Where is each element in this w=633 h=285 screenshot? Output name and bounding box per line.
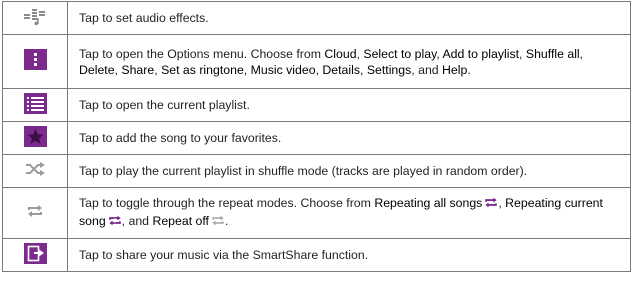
icon-description-table: Tap to set audio effects. Tap to open the… [2,1,631,272]
table-row: Tap to open the Options menu. Choose fro… [2,34,631,89]
options-menu-icon [23,49,47,74]
description-cell: Tap to play the current playlist in shuf… [67,154,631,188]
table-row: Tap to toggle through the repeat modes. … [2,187,631,239]
repeat-one-icon [108,214,122,231]
table-row: Tap to open the current playlist. [2,88,631,122]
option-name: Music video [250,62,316,77]
icon-cell [2,187,68,239]
description-text: , and [121,214,153,228]
description-text: Tap to open the Options menu. Choose fro… [79,46,325,61]
description-text: , [579,46,584,61]
favorite-star-icon [23,125,47,151]
table-row: Tap to set audio effects. [2,1,631,35]
option-name: Shuffle all [525,46,580,61]
option-name: Share [121,62,155,77]
description-text: Tap to add the song to your favorites. [79,131,282,145]
option-name: Cloud [324,46,357,61]
description-text: , [243,62,251,77]
icon-cell [2,154,68,188]
option-name: Details, Settings [322,62,412,77]
option-name: Delete [79,62,115,77]
description-cell: Tap to set audio effects. [67,1,631,35]
description-cell: Tap to share your music via the SmartSha… [67,238,631,272]
description-cell: Tap to add the song to your favorites. [67,121,631,155]
description-cell: Tap to open the current playlist. [67,88,631,122]
description-text: . [467,62,471,77]
repeat-off-icon [211,214,225,231]
description-text: . [224,214,229,228]
table-row: Tap to play the current playlist in shuf… [2,154,631,188]
option-name: Repeat off [152,214,209,228]
description-text: , and [411,62,443,77]
option-name: Add to playlist [442,46,520,61]
option-name: Repeating all songs [374,196,483,210]
description-cell: Tap to toggle through the repeat modes. … [67,187,631,239]
repeat-all-icon [484,196,498,213]
description-cell: Tap to open the Options menu. Choose fro… [67,34,631,89]
option-name: Select to play [363,46,437,61]
icon-cell [2,1,68,35]
description-text: , [519,46,526,61]
table-row: Tap to add the song to your favorites. [2,121,631,155]
shuffle-icon [25,162,45,180]
option-name: Help [442,62,468,77]
description-text: Tap to play the current playlist in shuf… [79,164,528,178]
table-row: Tap to share your music via the SmartSha… [2,238,631,272]
playlist-icon [23,92,47,118]
share-icon [23,242,47,268]
repeat-icon [27,203,43,223]
option-name: Set as ringtone [161,62,244,77]
description-text: Tap to set audio effects. [79,11,209,25]
icon-cell [2,121,68,155]
description-text: Tap to toggle through the repeat modes. … [79,196,375,210]
icon-cell [2,34,68,89]
description-text: Tap to open the current playlist. [79,98,250,112]
icon-cell [2,88,68,122]
audio-effects-icon [24,7,46,29]
description-text: Tap to share your music via the SmartSha… [79,248,369,262]
icon-cell [2,238,68,272]
